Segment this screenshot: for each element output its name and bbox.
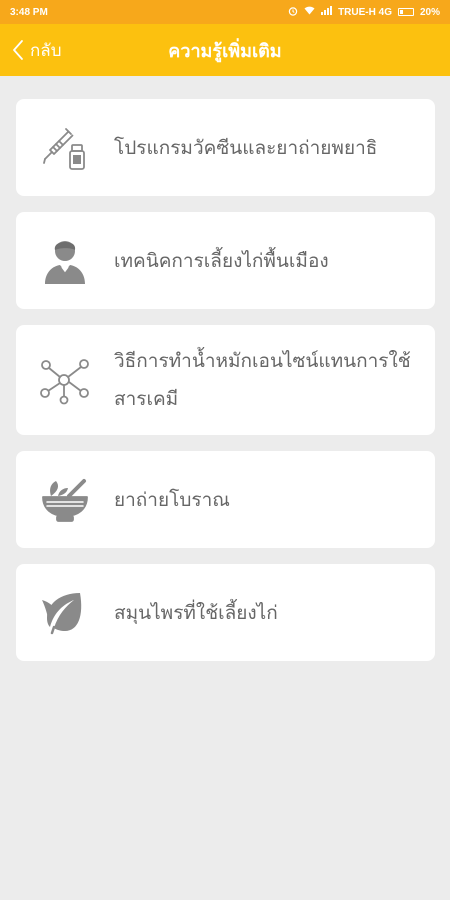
alarm-icon xyxy=(288,6,298,19)
vaccine-icon xyxy=(16,123,114,173)
status-time: 3:48 PM xyxy=(10,6,48,18)
menu-item-traditional-dewormer[interactable]: ยาถ่ายโบราณ xyxy=(16,451,435,548)
wifi-icon xyxy=(304,6,315,18)
menu-item-label: เทคนิคการเลี้ยงไก่พื้นเมือง xyxy=(114,249,329,272)
menu-item-herbs[interactable]: สมุนไพรที่ใช้เลี้ยงไก่ xyxy=(16,564,435,661)
status-bar: 3:48 PM TRUE-H 4G 20% xyxy=(0,0,450,24)
signal-icon xyxy=(321,6,333,18)
menu-item-label: ยาถ่ายโบราณ xyxy=(114,488,230,511)
chevron-left-icon xyxy=(12,39,24,61)
menu-item-label: สมุนไพรที่ใช้เลี้ยงไก่ xyxy=(114,601,278,624)
status-battery: 20% xyxy=(419,6,440,18)
battery-icon xyxy=(397,8,414,16)
app-bar: กลับ ความรู้เพิ่มเติม xyxy=(0,24,450,76)
person-icon xyxy=(16,236,114,286)
page-title: ความรู้เพิ่มเติม xyxy=(168,40,282,62)
status-icons: TRUE-H 4G 20% xyxy=(288,6,440,19)
menu-item-label: โปรแกรมวัคซีนและยาถ่ายพยาธิ xyxy=(114,136,378,159)
back-button[interactable]: กลับ xyxy=(12,24,62,76)
menu-list: โปรแกรมวัคซีนและยาถ่ายพยาธิ เทคนิคการเลี… xyxy=(16,99,435,677)
menu-item-raising-techniques[interactable]: เทคนิคการเลี้ยงไก่พื้นเมือง xyxy=(16,212,435,309)
menu-item-vaccine-program[interactable]: โปรแกรมวัคซีนและยาถ่ายพยาธิ xyxy=(16,99,435,196)
leaf-icon xyxy=(16,588,114,638)
molecule-icon xyxy=(16,355,114,405)
menu-item-enzyme-fermentation[interactable]: วิธีการทำน้ำหมักเอนไซน์แทนการใช้สารเคมี xyxy=(16,325,435,435)
status-carrier: TRUE-H 4G xyxy=(338,6,392,18)
mortar-pestle-icon xyxy=(16,475,114,525)
back-label: กลับ xyxy=(30,40,62,61)
menu-item-label: วิธีการทำน้ำหมักเอนไซน์แทนการใช้สารเคมี xyxy=(114,350,411,410)
